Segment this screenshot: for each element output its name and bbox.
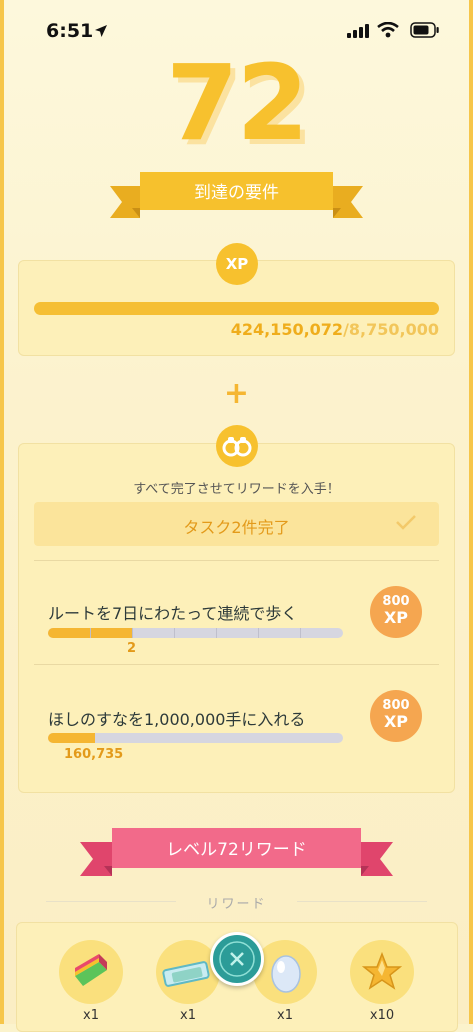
level-rewards-ribbon: レベル72リワード bbox=[80, 826, 393, 884]
check-icon bbox=[396, 515, 416, 530]
reward-unit: XP bbox=[383, 608, 409, 627]
task-progress-value: 160,735 bbox=[64, 747, 124, 762]
binoculars-icon bbox=[216, 425, 258, 467]
close-button[interactable] bbox=[210, 932, 264, 986]
reward-item[interactable] bbox=[350, 940, 414, 1004]
task-reward-badge: 800 XP bbox=[370, 586, 422, 638]
task-progress-bar bbox=[48, 628, 343, 638]
reward-quantity: x1 bbox=[277, 1008, 293, 1023]
xp-required: 8,750,000 bbox=[348, 320, 439, 339]
reward-amount: 800 bbox=[382, 594, 410, 609]
reward-unit: XP bbox=[383, 712, 409, 731]
reward-quantity: x10 bbox=[369, 1008, 395, 1023]
reward-quantity: x1 bbox=[83, 1008, 99, 1023]
progress-tick bbox=[258, 628, 259, 638]
requirements-ribbon: 到達の要件 bbox=[110, 170, 363, 226]
tasks-complete-banner: タスク2件完了 bbox=[34, 502, 439, 546]
rare-candy-icon bbox=[75, 954, 107, 986]
wifi-icon bbox=[377, 22, 399, 38]
tasks-complete-label: タスク2件完了 bbox=[183, 518, 290, 537]
divider bbox=[34, 664, 439, 665]
reward-amount: 800 bbox=[382, 698, 410, 713]
progress-tick bbox=[132, 628, 133, 638]
progress-tick bbox=[90, 628, 91, 638]
divider bbox=[34, 560, 439, 561]
divider bbox=[297, 901, 427, 902]
xp-progress-bar bbox=[34, 302, 439, 315]
task-progress-fill bbox=[48, 733, 96, 743]
battery-icon bbox=[410, 22, 439, 38]
task-title: ほしのすなを1,000,000手に入れる bbox=[48, 710, 306, 729]
xp-current: 424,150,072 bbox=[230, 320, 344, 339]
plus-sign: + bbox=[223, 376, 250, 411]
cellular-signal-icon bbox=[347, 24, 369, 38]
xp-badge: XP bbox=[216, 243, 258, 285]
level-rewards-title: レベル72リワード bbox=[166, 839, 307, 860]
xp-progress-text: 424,150,072/8,750,000 bbox=[231, 320, 439, 339]
progress-tick bbox=[300, 628, 301, 638]
close-icon bbox=[219, 941, 255, 977]
task-reward-badge: 800 XP bbox=[370, 690, 422, 742]
requirements-title: 到達の要件 bbox=[194, 182, 279, 203]
progress-tick bbox=[216, 628, 217, 638]
task-progress-bar bbox=[48, 733, 343, 743]
task-title: ルートを7日にわたって連続で歩く bbox=[48, 604, 298, 623]
reward-quantity: x1 bbox=[180, 1008, 196, 1023]
tasks-intro: すべて完了させてリワードを入手！ bbox=[133, 482, 340, 497]
reward-item[interactable] bbox=[59, 940, 123, 1004]
task-progress-value: 2 bbox=[127, 641, 137, 656]
progress-tick bbox=[174, 628, 175, 638]
location-arrow-icon bbox=[95, 25, 107, 37]
stardust-star-icon bbox=[361, 951, 403, 990]
level-number: 72 bbox=[166, 42, 309, 164]
rewards-label: リワード bbox=[206, 897, 267, 912]
status-time: 6:51 bbox=[46, 20, 94, 42]
